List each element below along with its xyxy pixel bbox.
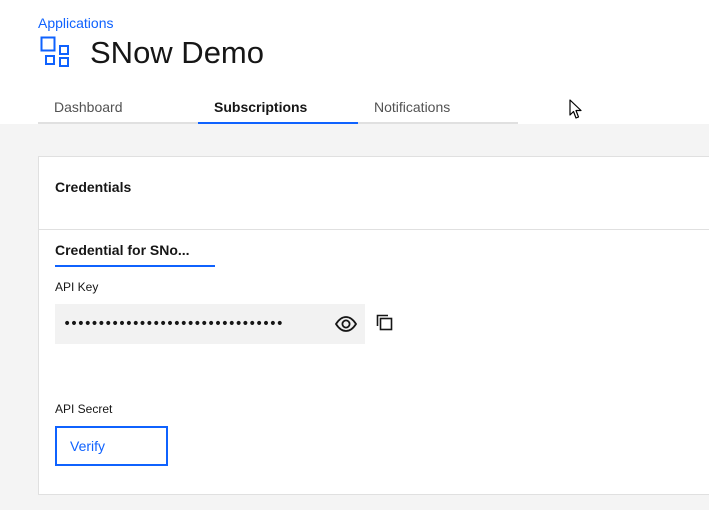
eye-icon[interactable] — [333, 312, 359, 336]
page-title: SNow Demo — [90, 35, 264, 70]
tab-notifications[interactable]: Notifications — [358, 92, 518, 124]
card-title: Credentials — [55, 179, 132, 195]
api-key-field[interactable]: •••••••••••••••••••••••••••••••• — [55, 304, 365, 344]
divider — [39, 229, 709, 230]
mouse-cursor-icon — [569, 99, 582, 119]
copy-icon[interactable] — [375, 313, 395, 333]
api-key-label: API Key — [55, 280, 99, 294]
tab-subscriptions[interactable]: Subscriptions — [198, 92, 358, 124]
credentials-card: Credentials Credential for SNo... API Ke… — [38, 156, 709, 495]
tab-list: Dashboard Subscriptions Notifications — [38, 92, 518, 124]
api-secret-label: API Secret — [55, 402, 113, 416]
verify-button[interactable]: Verify — [55, 426, 168, 466]
tab-credential[interactable]: Credential for SNo... — [55, 239, 215, 267]
application-icon — [40, 36, 69, 67]
page-header: Applications SNow Demo Dashboard Subscri… — [0, 0, 709, 124]
tab-dashboard[interactable]: Dashboard — [38, 92, 198, 124]
breadcrumb-applications[interactable]: Applications — [38, 14, 114, 32]
